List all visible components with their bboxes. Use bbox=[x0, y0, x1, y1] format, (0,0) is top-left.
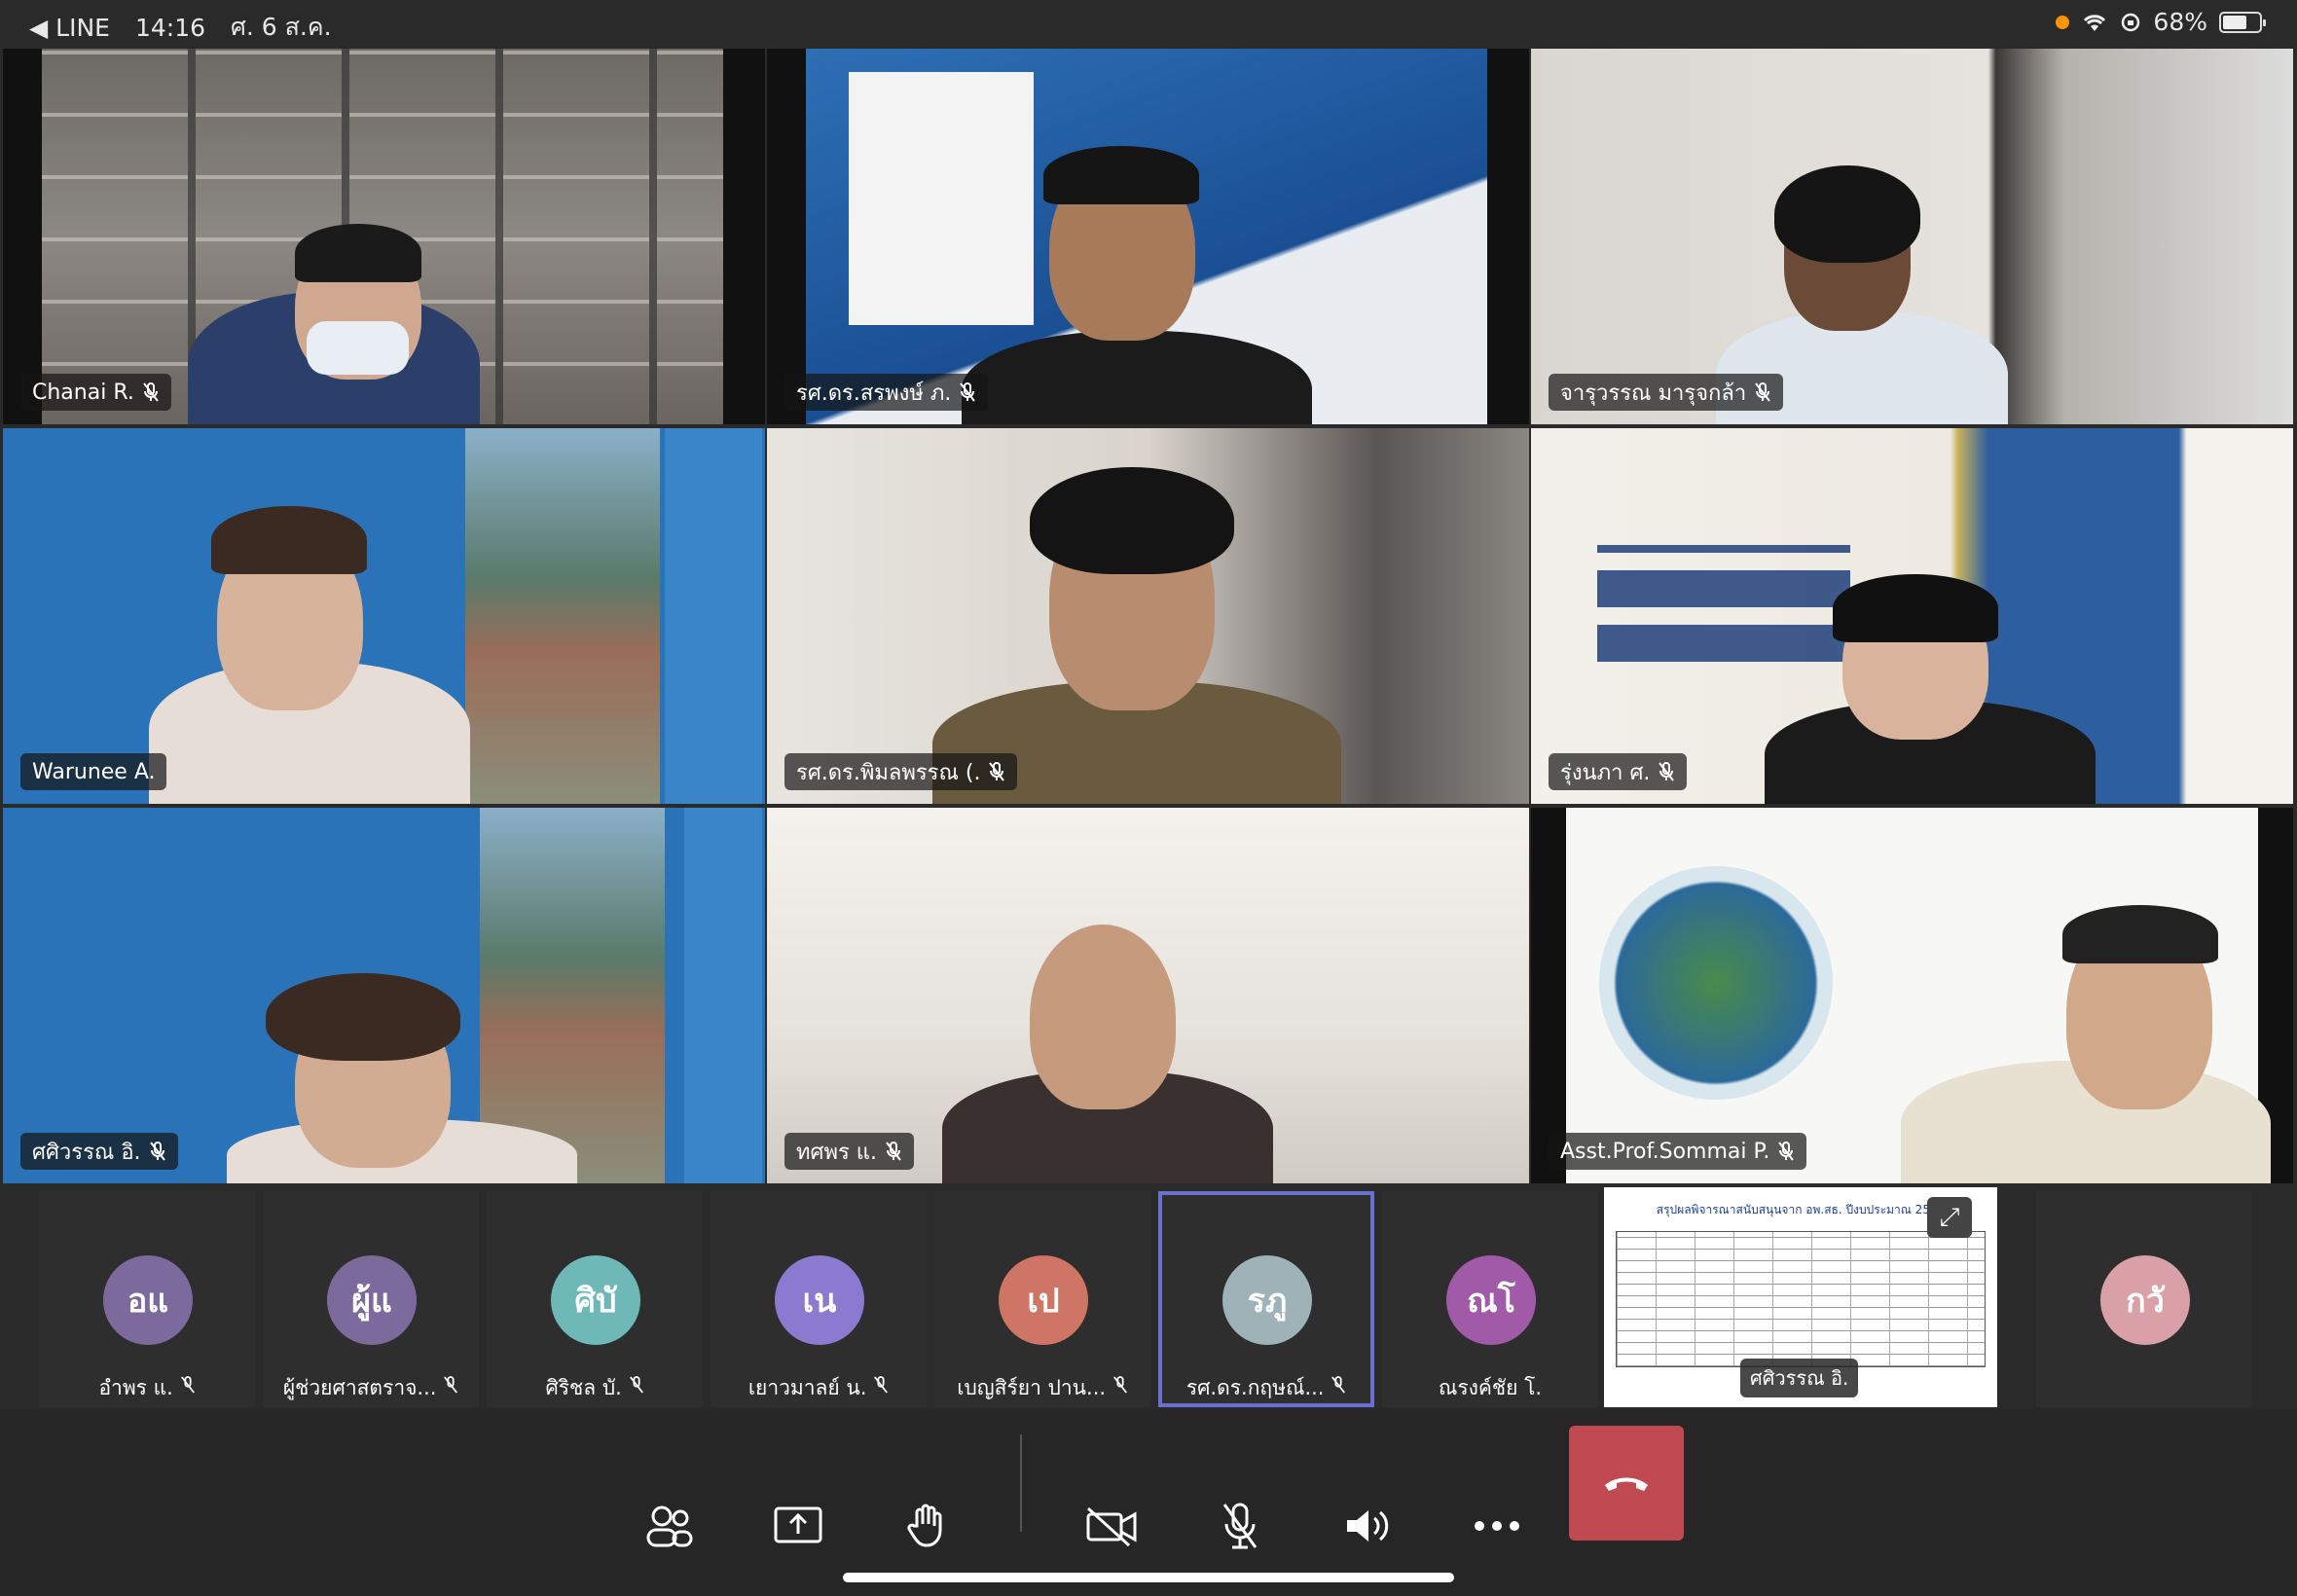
participant-label: ผู้ช่วยศาสตราจ... bbox=[263, 1372, 479, 1404]
orange-dot-icon bbox=[2056, 15, 2070, 29]
participant-tile[interactable]: เป เบญสิร์ยา ปาน... bbox=[934, 1191, 1150, 1407]
participant-name-label: Asst.Prof.Sommai P. bbox=[1549, 1133, 1807, 1170]
participant-label: เยาวมาลย์ น. bbox=[711, 1372, 927, 1404]
separator bbox=[1020, 1434, 1022, 1532]
video-tile-active-speaker[interactable]: Warunee A. bbox=[3, 428, 765, 804]
shared-spreadsheet bbox=[1616, 1231, 1986, 1367]
participant-name-label: รุ่งนภา ศ. bbox=[1549, 753, 1688, 790]
mic-muted-icon bbox=[143, 382, 159, 402]
participant-label: รศ.ดร.กฤษณ์... bbox=[1158, 1372, 1374, 1404]
avatar: เน bbox=[775, 1255, 864, 1345]
participant-tile[interactable]: ผู้แ ผู้ช่วยศาสตราจ... bbox=[263, 1191, 479, 1407]
video-tile[interactable]: รุ่งนภา ศ. bbox=[1531, 428, 2293, 804]
speaker-icon bbox=[1347, 1510, 1389, 1542]
participant-name-label: ทศพร แ. bbox=[784, 1133, 914, 1170]
avatar: อแ bbox=[103, 1255, 193, 1345]
mic-muted-icon bbox=[149, 1142, 165, 1161]
call-controls bbox=[0, 1409, 2297, 1596]
participant-tile[interactable]: ศิบั ศิริชล บั. bbox=[487, 1191, 703, 1407]
participant-tile[interactable]: กวั bbox=[2036, 1191, 2252, 1407]
participant-name-label: Chanai R. bbox=[20, 374, 171, 411]
participant-name-label: รศ.ดร.พิมลพรรณ (. bbox=[784, 753, 1018, 790]
status-bar: ◀ LINE 14:16 ศ. 6 ส.ค. 68% bbox=[0, 0, 2297, 47]
camera-toggle-button[interactable] bbox=[1080, 1495, 1143, 1557]
avatar: ผู้แ bbox=[327, 1255, 417, 1345]
status-date: ศ. 6 ส.ค. bbox=[231, 13, 332, 41]
share-screen-button[interactable] bbox=[767, 1495, 829, 1557]
participant-tile[interactable]: เน เยาวมาลย์ น. bbox=[711, 1191, 927, 1407]
avatar: ศิบั bbox=[551, 1255, 640, 1345]
hand-icon bbox=[907, 1504, 942, 1547]
mic-muted-icon bbox=[1331, 1376, 1346, 1394]
participant-tile[interactable]: ณโ ณรงค์ชัย โ. bbox=[1382, 1191, 1598, 1407]
participant-name-label: Warunee A. bbox=[20, 753, 167, 790]
speaker-button[interactable] bbox=[1337, 1495, 1400, 1557]
back-to-line-link[interactable]: ◀ LINE bbox=[29, 14, 110, 42]
video-tile[interactable]: ศศิวรรณ อิ. bbox=[3, 808, 765, 1183]
video-off-icon bbox=[1086, 1506, 1137, 1547]
mic-muted-icon bbox=[960, 382, 976, 402]
video-tile[interactable]: รศ.ดร.พิมลพรรณ (. bbox=[767, 428, 1529, 804]
expand-icon[interactable]: ⤢ bbox=[1927, 1197, 1972, 1238]
mic-muted-icon bbox=[1112, 1376, 1127, 1394]
participant-label: เบญสิร์ยา ปาน... bbox=[934, 1372, 1150, 1404]
raise-hand-button[interactable] bbox=[895, 1495, 958, 1557]
video-tile[interactable]: Chanai R. bbox=[3, 49, 765, 424]
mic-muted-icon bbox=[444, 1376, 458, 1394]
mic-muted-icon bbox=[1659, 762, 1675, 781]
presenter-label: ศศิวรรณ อิ. bbox=[1740, 1359, 1859, 1397]
mic-toggle-button[interactable] bbox=[1209, 1495, 1271, 1557]
battery-icon bbox=[2219, 11, 2266, 33]
participants-button[interactable] bbox=[638, 1495, 701, 1557]
participant-label: ณรงค์ชัย โ. bbox=[1438, 1376, 1543, 1399]
mic-muted-icon bbox=[1778, 1142, 1795, 1161]
participant-label: อำพร แ. bbox=[39, 1372, 255, 1404]
rotation-lock-icon bbox=[2122, 13, 2140, 31]
mic-muted-icon bbox=[989, 762, 1005, 781]
participant-label: ศิริชล บั. bbox=[487, 1372, 703, 1404]
avatar: ณโ bbox=[1446, 1255, 1536, 1345]
status-time: 14:16 bbox=[134, 13, 206, 42]
home-indicator[interactable] bbox=[843, 1573, 1454, 1582]
hang-up-icon bbox=[1605, 1477, 1648, 1491]
mic-muted-icon bbox=[874, 1376, 889, 1394]
mic-muted-icon bbox=[629, 1376, 643, 1394]
participant-name-label: รศ.ดร.สรพงษ์ ภ. bbox=[784, 374, 989, 411]
avatar: รภู bbox=[1222, 1255, 1312, 1345]
participant-name-label: จารุวรรณ มารุจกล้า bbox=[1549, 374, 1784, 411]
video-tile[interactable]: Asst.Prof.Sommai P. bbox=[1531, 808, 2293, 1183]
end-call-button[interactable] bbox=[1569, 1426, 1684, 1541]
video-tile[interactable]: รศ.ดร.สรพงษ์ ภ. bbox=[767, 49, 1529, 424]
wifi-icon bbox=[2084, 14, 2106, 31]
participant-tile-active-speaker[interactable]: รภู รศ.ดร.กฤษณ์... bbox=[1158, 1191, 1374, 1407]
participant-tile[interactable]: อแ อำพร แ. bbox=[39, 1191, 255, 1407]
participant-name-label: ศศิวรรณ อิ. bbox=[20, 1133, 178, 1170]
more-options-button[interactable] bbox=[1466, 1495, 1528, 1557]
screen-share-thumbnail[interactable]: สรุปผลพิจารณาสนับสนุนจาก อพ.สธ. ปีงบประม… bbox=[1604, 1187, 1997, 1407]
avatar: กวั bbox=[2100, 1255, 2190, 1345]
people-icon bbox=[646, 1505, 693, 1547]
avatar: เป bbox=[999, 1255, 1088, 1345]
share-tray-icon bbox=[774, 1506, 822, 1543]
mic-muted-icon bbox=[1755, 382, 1770, 402]
mic-off-icon bbox=[1222, 1503, 1258, 1549]
video-tile[interactable]: ทศพร แ. bbox=[767, 808, 1529, 1183]
battery-percent: 68% bbox=[2153, 8, 2207, 36]
mic-muted-icon bbox=[180, 1376, 195, 1394]
mic-muted-icon bbox=[886, 1142, 901, 1161]
ellipsis-icon bbox=[1475, 1521, 1519, 1531]
video-tile[interactable]: จารุวรรณ มารุจกล้า bbox=[1531, 49, 2293, 424]
